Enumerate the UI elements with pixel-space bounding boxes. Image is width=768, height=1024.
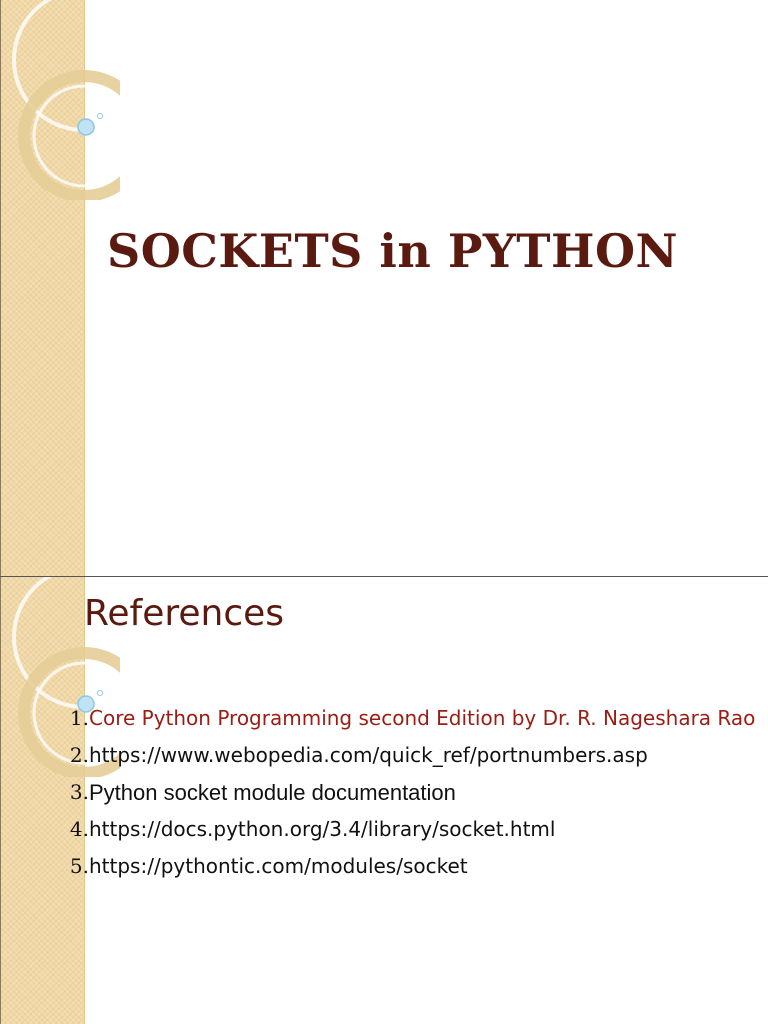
reference-link[interactable]: https://docs.python.org/3.4/library/sock… (89, 814, 758, 845)
reference-item: 2. https://www.webopedia.com/quick_ref/p… (68, 740, 758, 771)
reference-item: 3. Python socket module documentation (68, 777, 758, 808)
decorative-rings-icon (12, 0, 120, 200)
reference-number: 3. (69, 780, 89, 804)
references-list: 1. Core Python Programming second Editio… (68, 703, 758, 888)
reference-number: 2. (69, 743, 89, 767)
references-heading: References (84, 593, 285, 634)
reference-item: 1. Core Python Programming second Editio… (68, 703, 758, 734)
references-slide: References 1. Core Python Programming se… (0, 576, 768, 1024)
reference-item: 5. https://pythontic.com/modules/socket (68, 851, 758, 882)
reference-text: Core Python Programming second Edition b… (89, 706, 756, 730)
title-slide: SOCKETS in PYTHON (0, 0, 768, 576)
reference-number: 1. (69, 706, 89, 730)
reference-number: 5. (69, 854, 89, 878)
slide-title: SOCKETS in PYTHON (107, 224, 679, 278)
reference-link[interactable]: https://www.webopedia.com/quick_ref/port… (89, 740, 758, 771)
reference-item: 4. https://docs.python.org/3.4/library/s… (68, 814, 758, 845)
reference-text: Python socket module documentation (89, 780, 456, 805)
reference-number: 4. (69, 817, 89, 841)
reference-link[interactable]: https://pythontic.com/modules/socket (89, 851, 758, 882)
